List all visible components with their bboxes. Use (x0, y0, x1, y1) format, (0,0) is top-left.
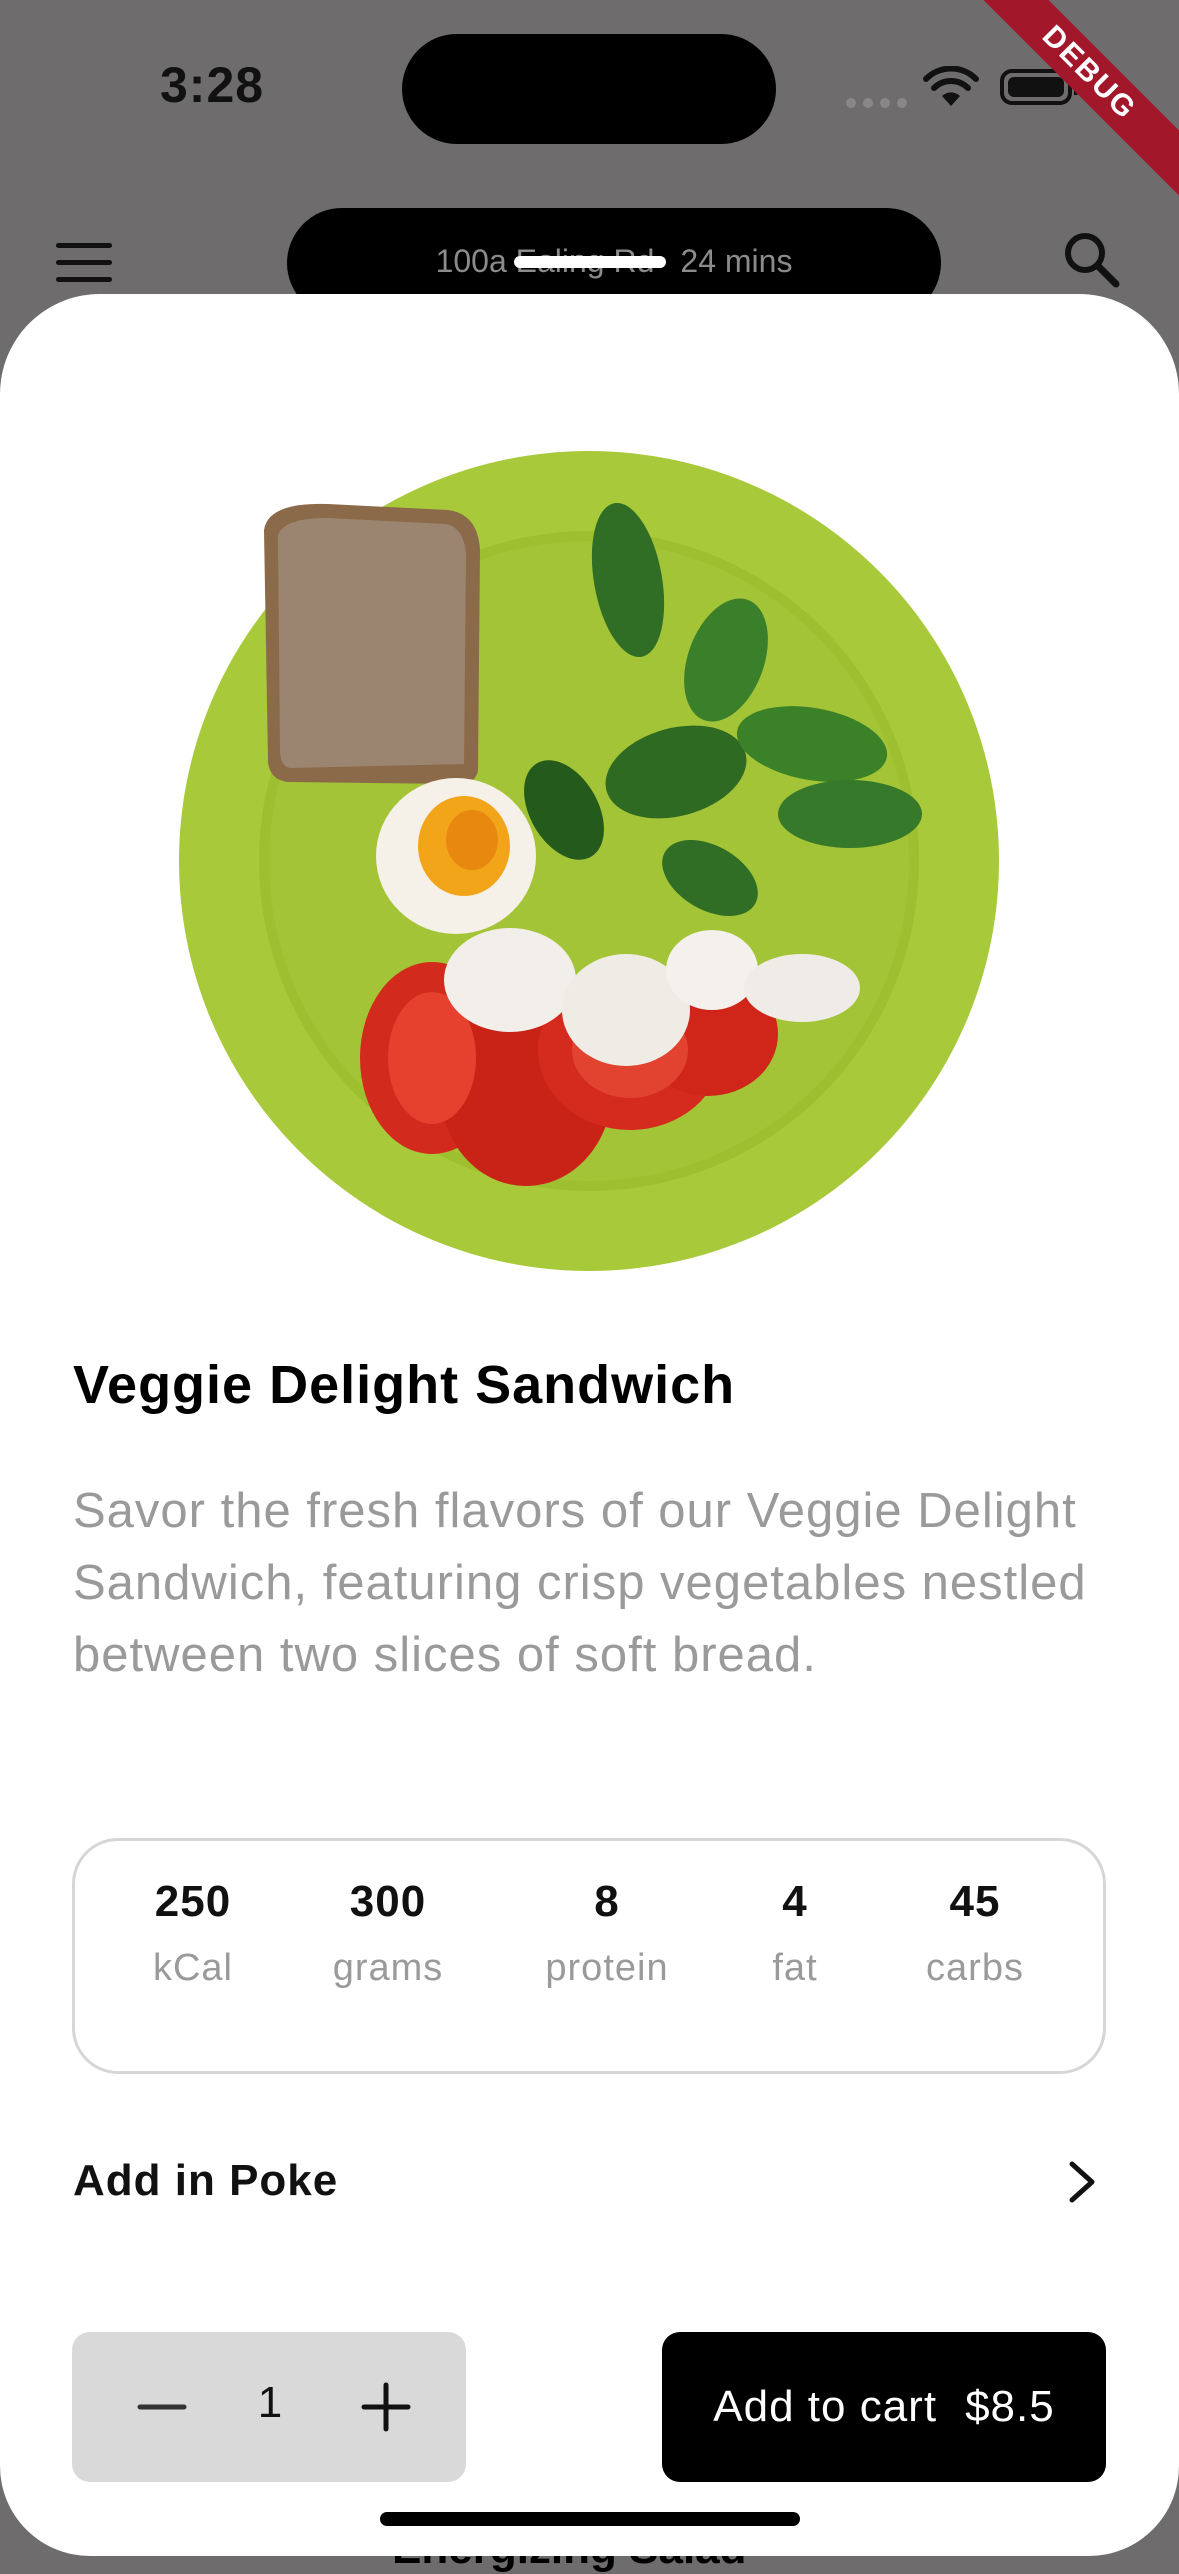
product-sheet: Veggie Delight Sandwich Savor the fresh … (0, 294, 1179, 2556)
product-title: Veggie Delight Sandwich (73, 1355, 736, 1415)
nutrition-value: 4 (782, 1877, 808, 1926)
nutrition-unit: kCal (152, 1947, 234, 1989)
signal-icon (846, 98, 907, 108)
nutrition-unit: fat (772, 1947, 818, 1989)
cart-price: $8.5 (965, 2382, 1055, 2431)
menu-icon[interactable] (56, 243, 112, 283)
status-time: 3:28 (160, 57, 265, 113)
nutrition-value: 250 (154, 1877, 232, 1926)
nutrition-value: 8 (594, 1877, 620, 1926)
quantity-value: 1 (257, 2378, 283, 2427)
nutrition-item: 4 fat (755, 1877, 835, 1990)
debug-banner: DEBUG (959, 0, 1179, 203)
home-indicator[interactable] (380, 2512, 800, 2526)
nutrition-value: 45 (949, 1877, 1001, 1926)
chevron-right-icon[interactable] (1064, 2158, 1100, 2206)
add-to-cart-button[interactable]: Add to cart $8.5 (662, 2332, 1106, 2482)
product-image (179, 451, 999, 1271)
nutrition-value: 300 (349, 1877, 427, 1926)
plus-icon[interactable] (356, 2377, 416, 2437)
nutrition-item: 250 kCal (123, 1877, 263, 1990)
sheet-grabber[interactable] (514, 256, 666, 268)
product-description: Savor the fresh flavors of our Veggie De… (73, 1484, 1087, 1682)
nutrition-unit: grams (332, 1947, 444, 1989)
wifi-icon (923, 66, 979, 106)
minus-icon[interactable] (132, 2377, 192, 2437)
location-eta: 24 mins (680, 243, 793, 279)
nutrition-item: 45 carbs (915, 1877, 1035, 1990)
nutrition-item: 300 grams (313, 1877, 463, 1990)
quantity-stepper: 1 (72, 2332, 466, 2482)
nutrition-item: 8 protein (527, 1877, 687, 1990)
add-in-poke-row[interactable]: Add in Poke (73, 2156, 338, 2206)
dynamic-island (402, 34, 776, 144)
nutrition-unit: protein (545, 1947, 669, 1989)
nutrition-card: 250 kCal 300 grams 8 protein 4 fat 45 ca… (72, 1838, 1106, 2074)
add-to-cart-label: Add to cart (713, 2382, 938, 2431)
search-icon[interactable] (1062, 230, 1120, 288)
nutrition-unit: carbs (926, 1947, 1024, 1989)
